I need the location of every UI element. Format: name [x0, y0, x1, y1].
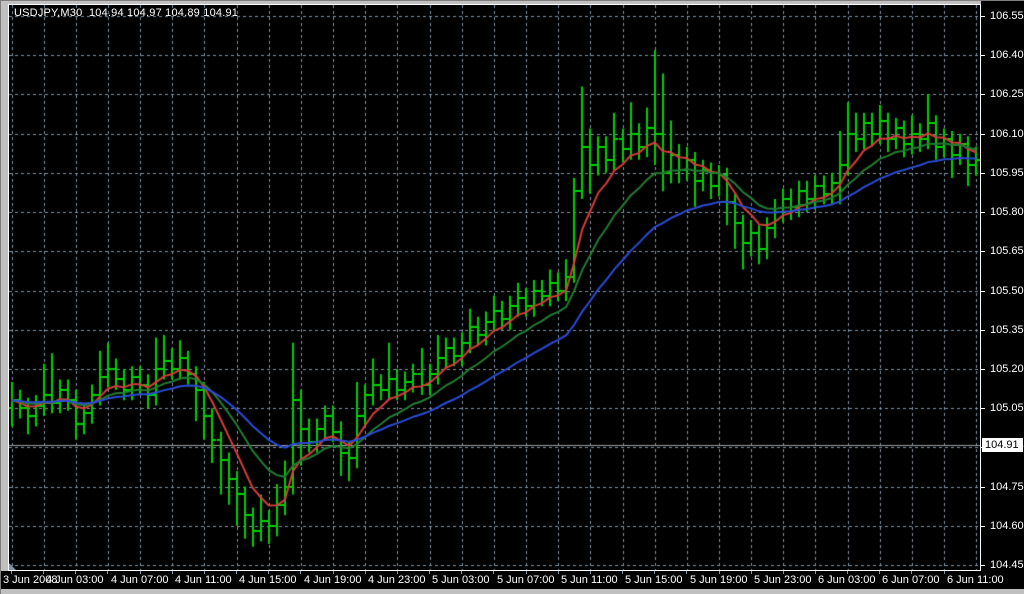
price-tick: [981, 330, 985, 331]
time-tick: [172, 571, 173, 574]
time-tick-label: 4 Jun 03:00: [46, 574, 104, 587]
price-tick-label: 104.60: [990, 520, 1024, 532]
price-tick-label: 105.05: [990, 402, 1024, 414]
time-tick: [751, 571, 752, 574]
time-tick: [879, 571, 880, 574]
price-tick: [981, 369, 985, 370]
time-tick-label: 5 Jun 11:00: [561, 574, 618, 587]
price-tick: [981, 487, 985, 488]
scroll-position-marker-icon: [9, 563, 16, 570]
time-tick: [686, 571, 687, 574]
window-frame-bottom: [1, 589, 1024, 594]
price-tick-label: 106.55: [990, 10, 1024, 22]
price-tick-label: 105.50: [990, 285, 1024, 297]
time-tick-label: 6 Jun 11:00: [947, 574, 1004, 587]
time-tick-label: 5 Jun 19:00: [690, 574, 748, 587]
price-tick-label: 106.25: [990, 88, 1024, 100]
time-tick-label: 4 Jun 11:00: [175, 574, 232, 587]
price-tick-label: 105.95: [990, 167, 1024, 179]
time-tick: [622, 571, 623, 574]
time-tick-label: 4 Jun 19:00: [304, 574, 362, 587]
price-tick: [981, 565, 985, 566]
price-tick-label: 105.20: [990, 363, 1024, 375]
price-tick: [981, 526, 985, 527]
time-tick-label: 5 Jun 23:00: [754, 574, 812, 587]
price-tick-label: 105.65: [990, 245, 1024, 257]
price-axis[interactable]: 106.55 106.40 106.25 106.10 105.95 105.80 105.…: [981, 1, 1024, 589]
time-tick: [944, 571, 945, 574]
time-tick-label: 4 Jun 15:00: [239, 574, 297, 587]
symbol-ohlc-label: USDJPY,M30 104.94 104.97 104.89 104.91: [14, 7, 238, 19]
time-tick-label: 4 Jun 07:00: [111, 574, 169, 587]
time-tick-label: 6 Jun 03:00: [818, 574, 876, 587]
time-tick: [493, 571, 494, 574]
time-tick: [365, 571, 366, 574]
price-tick-label: 106.10: [990, 128, 1024, 140]
price-tick: [981, 251, 985, 252]
price-tick-label: 104.45: [990, 559, 1024, 571]
time-tick-label: 4 Jun 23:00: [368, 574, 426, 587]
time-axis[interactable]: 3 Jun 20084 Jun 03:004 Jun 07:004 Jun 11…: [1, 571, 1024, 589]
price-tick: [981, 16, 985, 17]
price-tick-label: 106.40: [990, 49, 1024, 61]
price-tick: [981, 134, 985, 135]
chart-window: USDJPY,M30 104.94 104.97 104.89 104.91 1…: [0, 0, 1024, 594]
time-tick: [300, 571, 301, 574]
time-tick: [236, 571, 237, 574]
time-tick: [558, 571, 559, 574]
time-tick: [107, 571, 108, 574]
time-tick-label: 6 Jun 07:00: [882, 574, 940, 587]
current-price-badge: 104.91: [982, 438, 1023, 452]
price-tick-label: 105.80: [990, 206, 1024, 218]
time-tick: [815, 571, 816, 574]
price-chart-canvas[interactable]: [9, 5, 980, 570]
time-tick-label: 5 Jun 07:00: [497, 574, 555, 587]
price-tick: [981, 173, 985, 174]
price-tick: [981, 408, 985, 409]
time-tick: [429, 571, 430, 574]
price-tick-label: 104.75: [990, 481, 1024, 493]
price-tick: [981, 55, 985, 56]
price-tick: [981, 291, 985, 292]
price-tick: [981, 94, 985, 95]
time-tick-label: 5 Jun 03:00: [432, 574, 490, 587]
time-tick-label: 5 Jun 15:00: [625, 574, 683, 587]
price-tick-label: 105.35: [990, 324, 1024, 336]
price-tick: [981, 212, 985, 213]
